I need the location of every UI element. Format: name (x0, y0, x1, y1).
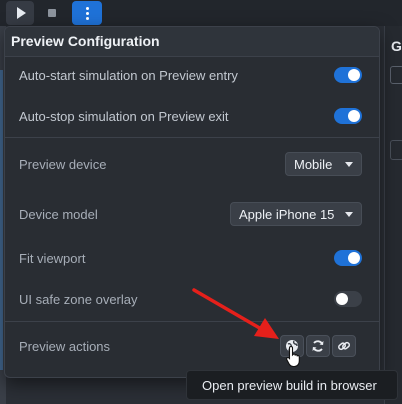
fit-viewport-row: Fit viewport (5, 248, 379, 268)
auto-stop-toggle[interactable] (334, 108, 362, 124)
device-model-row: Device model Apple iPhone 15 (5, 201, 379, 227)
play-icon (16, 7, 26, 19)
kebab-menu-icon (85, 6, 89, 20)
device-model-select[interactable]: Apple iPhone 15 (230, 202, 362, 226)
auto-start-row: Auto-start simulation on Preview entry (5, 65, 379, 85)
preview-configuration-popup: Preview Configuration Auto-start simulat… (4, 26, 380, 378)
auto-start-toggle[interactable] (334, 67, 362, 83)
auto-stop-label: Auto-stop simulation on Preview exit (19, 109, 229, 124)
auto-stop-row: Auto-stop simulation on Preview exit (5, 106, 379, 126)
refresh-button[interactable] (306, 335, 330, 357)
popup-header: Preview Configuration (5, 27, 379, 57)
editor-toolbar (0, 0, 402, 26)
popup-title: Preview Configuration (11, 33, 160, 49)
preview-device-select[interactable]: Mobile (285, 152, 362, 176)
device-model-label: Device model (19, 207, 98, 222)
fit-viewport-label: Fit viewport (19, 251, 86, 266)
background-viewport-edge (0, 70, 3, 370)
link-icon (338, 341, 351, 351)
tooltip-text: Open preview build in browser (202, 377, 377, 393)
preview-device-row: Preview device Mobile (5, 151, 379, 177)
background-panel-control[interactable] (390, 140, 402, 160)
chevron-down-icon (345, 212, 353, 217)
fit-viewport-toggle[interactable] (334, 250, 362, 266)
ui-safe-zone-label: UI safe zone overlay (19, 292, 138, 307)
device-model-value: Apple iPhone 15 (239, 206, 335, 222)
preview-device-label: Preview device (19, 157, 107, 172)
preview-actions-row: Preview actions (5, 335, 379, 359)
background-panel-title-fragment: G (391, 38, 402, 54)
auto-start-label: Auto-start simulation on Preview entry (19, 68, 238, 83)
more-options-button[interactable] (72, 1, 102, 25)
stop-button[interactable] (38, 1, 66, 25)
stage: G Preview Configuration Auto-start simul… (0, 0, 402, 404)
section-divider (5, 321, 379, 322)
stop-icon (48, 9, 56, 17)
copy-link-button[interactable] (332, 335, 356, 357)
preview-actions-label: Preview actions (19, 339, 111, 354)
background-panel-control[interactable] (390, 66, 402, 84)
ui-safe-zone-toggle[interactable] (334, 291, 362, 307)
play-button[interactable] (6, 1, 34, 25)
ui-safe-zone-row: UI safe zone overlay (5, 289, 379, 309)
chevron-down-icon (345, 162, 353, 167)
tooltip: Open preview build in browser (186, 370, 398, 400)
preview-device-value: Mobile (294, 156, 333, 172)
refresh-icon (312, 340, 324, 352)
section-divider (5, 137, 379, 138)
hand-cursor-icon (286, 345, 300, 368)
